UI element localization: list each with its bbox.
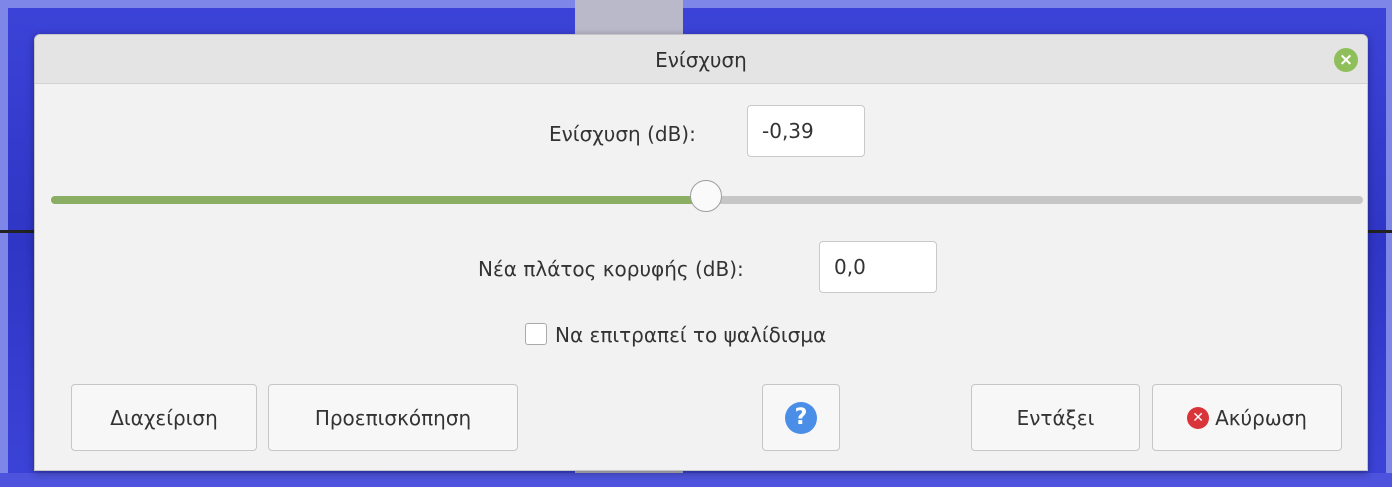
waveform-bottom (0, 473, 1392, 487)
cancel-icon: ✕ (1187, 406, 1210, 429)
close-icon[interactable]: × (1334, 48, 1358, 72)
preview-button[interactable]: Προεπισκόπηση (268, 384, 518, 451)
help-button[interactable]: ? (762, 384, 840, 451)
cancel-button-label: Ακύρωση (1215, 405, 1307, 430)
dialog-titlebar: Ενίσχυση × (35, 35, 1367, 84)
track-frame-top (0, 0, 1392, 8)
ok-button-label: Εντάξει (1016, 405, 1095, 430)
cancel-button[interactable]: ✕ Ακύρωση (1152, 384, 1342, 451)
peak-amplitude-label: Νέα πλάτος κορυφής (dB): (478, 257, 744, 281)
manage-button-label: Διαχείριση (110, 405, 218, 430)
amplification-input[interactable] (747, 105, 865, 157)
track-frame-left (0, 0, 8, 487)
ok-button[interactable]: Εντάξει (971, 384, 1140, 451)
preview-button-label: Προεπισκόπηση (314, 405, 472, 430)
dialog-title: Ενίσχυση (655, 48, 747, 72)
slider-fill (51, 196, 706, 204)
amplify-dialog: Ενίσχυση × Ενίσχυση (dB): Νέα πλάτος κορ… (34, 34, 1368, 471)
allow-clipping-label[interactable]: Να επιτραπεί το ψαλίδισμα (555, 323, 826, 347)
manage-button[interactable]: Διαχείριση (71, 384, 257, 451)
allow-clipping-checkbox[interactable] (525, 323, 547, 345)
slider-thumb[interactable] (689, 180, 722, 212)
amplification-label: Ενίσχυση (dB): (549, 122, 696, 146)
track-frame-right (1386, 0, 1392, 487)
peak-amplitude-input[interactable] (819, 241, 937, 293)
help-icon: ? (785, 401, 817, 434)
